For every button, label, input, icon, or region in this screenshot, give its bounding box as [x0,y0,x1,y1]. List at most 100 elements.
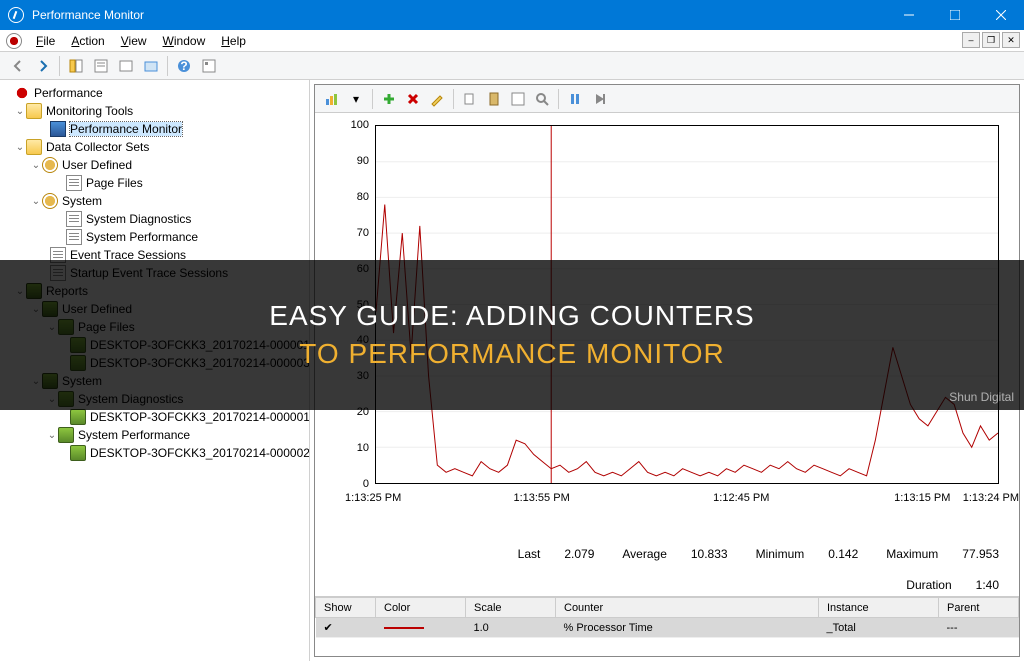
cell-parent: --- [939,618,1019,638]
gear-icon [42,157,58,173]
collector-icon [66,211,82,227]
options-button[interactable] [197,54,221,78]
delete-counter-button[interactable] [402,88,424,110]
tree-system[interactable]: System [62,194,102,208]
min-label: Minimum [756,547,805,561]
menu-help[interactable]: Help [213,32,254,50]
menu-file[interactable]: File [28,32,63,50]
mmc-icon [6,33,22,49]
counter-table[interactable]: Show Color Scale Counter Instance Parent… [315,596,1019,656]
cell-scale: 1.0 [466,618,556,638]
min-value: 0.142 [828,547,858,561]
tree-ets[interactable]: Event Trace Sessions [70,248,186,262]
cell-color [376,618,466,638]
chart-toolbar: ▾ [315,85,1019,113]
counter-row[interactable]: ✔ 1.0 % Processor Time _Total --- [316,618,1019,638]
mdi-restore[interactable]: ❐ [982,32,1000,48]
folder-icon [58,391,74,407]
report-icon [70,445,86,461]
x-tick: 1:13:55 PM [513,492,569,504]
arrow-down-icon[interactable]: ▾ [345,88,367,110]
update-button[interactable] [588,88,610,110]
menu-action[interactable]: Action [63,32,112,50]
tree-report-item[interactable]: DESKTOP-3OFCKK3_20170214-000002 [90,446,310,460]
tree-user-defined[interactable]: User Defined [62,158,132,172]
tree-r-page-files[interactable]: Page Files [78,320,135,334]
window-button[interactable] [139,54,163,78]
export-button[interactable] [114,54,138,78]
chart-area[interactable]: 0102030405060708090100 1:13:25 PM1:13:55… [315,113,1019,534]
y-tick: 0 [345,478,369,490]
tree-report-item[interactable]: DESKTOP-3OFCKK3_20170214-000001 [90,410,310,424]
tree-report-item[interactable]: DESKTOP-3OFCKK3_20170214-000001 [90,338,310,352]
collector-icon [66,229,82,245]
app-icon [8,7,24,23]
cell-counter: % Processor Time [556,618,819,638]
main-toolbar: ? [0,52,1024,80]
folder-icon [26,103,42,119]
cell-show[interactable]: ✔ [316,618,376,638]
view-type-button[interactable] [321,88,343,110]
dur-label: Duration [906,578,951,592]
mdi-controls: – ❐ ✕ [962,32,1020,48]
nav-tree[interactable]: Performance ⌄Monitoring Tools Performanc… [0,80,310,661]
x-tick: 1:13:25 PM [345,492,401,504]
th-instance[interactable]: Instance [819,598,939,618]
th-parent[interactable]: Parent [939,598,1019,618]
zoom-button[interactable] [531,88,553,110]
maximize-button[interactable] [932,0,978,30]
highlight-button[interactable] [426,88,448,110]
menu-window[interactable]: Window [155,32,214,50]
report-icon [70,409,86,425]
last-label: Last [518,547,541,561]
properties-button[interactable] [507,88,529,110]
freeze-button[interactable] [564,88,586,110]
help-button[interactable]: ? [172,54,196,78]
tree-sys-diag[interactable]: System Diagnostics [86,212,191,226]
menu-view[interactable]: View [113,32,155,50]
tree-perfmon[interactable]: Performance Monitor [70,122,182,136]
y-tick: 70 [345,227,369,239]
properties-button[interactable] [89,54,113,78]
tree-page-files[interactable]: Page Files [86,176,143,190]
paste-button[interactable] [483,88,505,110]
window-title: Performance Monitor [32,8,886,22]
max-value: 77.953 [962,547,999,561]
tree-dcs[interactable]: Data Collector Sets [46,140,149,154]
tree-reports[interactable]: Reports [46,284,88,298]
y-tick: 90 [345,155,369,167]
x-tick: 1:12:45 PM [713,492,769,504]
th-color[interactable]: Color [376,598,466,618]
th-show[interactable]: Show [316,598,376,618]
dur-value: 1:40 [976,578,999,592]
forward-button[interactable] [31,54,55,78]
mdi-close[interactable]: ✕ [1002,32,1020,48]
folder-icon [58,427,74,443]
back-button[interactable] [6,54,30,78]
tree-startup-ets[interactable]: Startup Event Trace Sessions [70,266,228,280]
th-counter[interactable]: Counter [556,598,819,618]
minimize-button[interactable] [886,0,932,30]
monitor-icon [50,121,66,137]
copy-button[interactable] [459,88,481,110]
add-counter-button[interactable] [378,88,400,110]
tree-r-user-defined[interactable]: User Defined [62,302,132,316]
tree-root[interactable]: Performance [34,86,103,100]
chart-line [376,126,998,483]
th-scale[interactable]: Scale [466,598,556,618]
tree-monitoring-tools[interactable]: Monitoring Tools [46,104,133,118]
tree-sys-perf[interactable]: System Performance [86,230,198,244]
close-button[interactable] [978,0,1024,30]
y-tick: 80 [345,191,369,203]
tree-report-item[interactable]: DESKTOP-3OFCKK3_20170214-000003 [90,356,310,370]
max-label: Maximum [886,547,938,561]
cell-instance: _Total [819,618,939,638]
performance-icon [14,85,30,101]
show-tree-button[interactable] [64,54,88,78]
y-tick: 40 [345,334,369,346]
tree-r-sys-perf[interactable]: System Performance [78,428,190,442]
tree-r-sys-diag[interactable]: System Diagnostics [78,392,183,406]
mdi-minimize[interactable]: – [962,32,980,48]
y-tick: 100 [345,119,369,131]
tree-r-system[interactable]: System [62,374,102,388]
